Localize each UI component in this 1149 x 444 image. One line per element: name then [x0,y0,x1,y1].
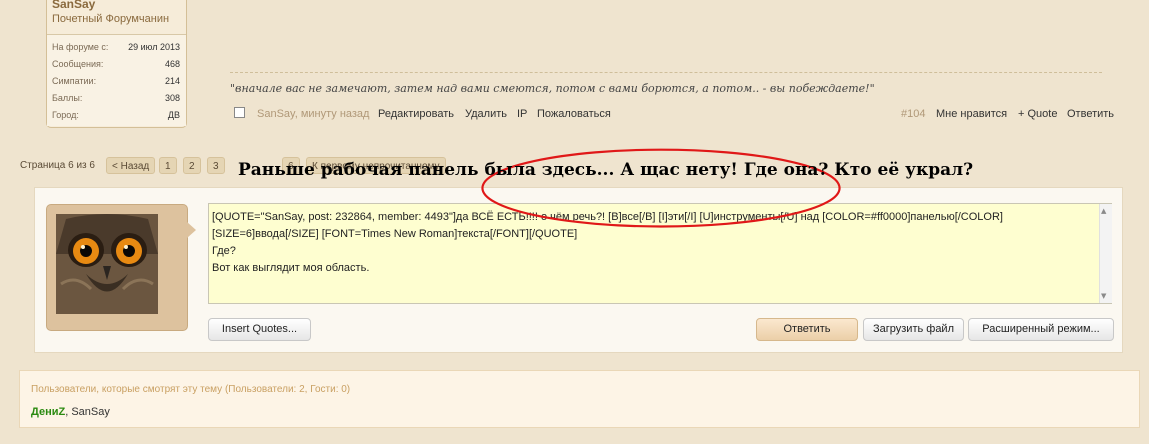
editor-line: Вот как выглядит моя область. [212,262,370,274]
online-users-box [19,370,1140,428]
reply-button[interactable]: Ответить [756,318,858,341]
delete-link[interactable]: Удалить [465,108,507,120]
stat-joined: На форуме с: 29 июл 2013 [52,42,180,52]
advanced-mode-button[interactable]: Расширенный режим... [968,318,1114,341]
stat-city: Город: ДВ [52,110,180,120]
stat-messages: Сообщения: 468 [52,59,180,69]
user-stats: На форуме с: 29 июл 2013 Сообщения: 468 Си… [47,34,186,126]
signature-separator [230,72,1102,73]
online-user-link[interactable]: SanSay [71,406,110,418]
post-author-time[interactable]: SanSay, минуту назад [257,108,369,120]
page-label: Страница 6 из 6 [20,160,95,171]
signature: "вначале вас не замечают, затем над вами… [230,82,875,95]
online-users-list: ДениZ, SanSay [31,406,110,418]
editor-line: Где? [212,245,236,257]
post-number[interactable]: #104 [901,108,925,120]
username-link[interactable]: SanSay [52,0,95,11]
select-post-checkbox[interactable] [234,107,245,118]
online-user-link[interactable]: ДениZ [31,406,65,418]
prev-page-button[interactable]: < Назад [106,157,156,174]
stat-points: Баллы: 308 [52,93,180,103]
report-link[interactable]: Пожаловаться [537,108,611,120]
reply-link[interactable]: Ответить [1067,108,1114,120]
annotation-text: Раньше рабочая панель была здесь... А ща… [238,160,974,180]
upload-file-button[interactable]: Загрузить файл [863,318,964,341]
like-link[interactable]: Мне нравится [936,108,1007,120]
scroll-down-icon[interactable]: ▼ [1101,292,1106,300]
online-users-header: Пользователи, которые смотрят эту тему (… [31,384,351,395]
ip-link[interactable]: IP [517,108,527,120]
edit-link[interactable]: Редактировать [378,108,454,120]
insert-quotes-button[interactable]: Insert Quotes... [208,318,311,341]
user-title: Почетный Форумчанин [52,13,170,25]
page-link-1[interactable]: 1 [159,157,177,174]
quote-link[interactable]: + Quote [1018,108,1057,120]
avatar [56,214,158,314]
annotation-ellipse [180,142,1142,238]
stat-likes: Симпатии: 214 [52,76,180,86]
